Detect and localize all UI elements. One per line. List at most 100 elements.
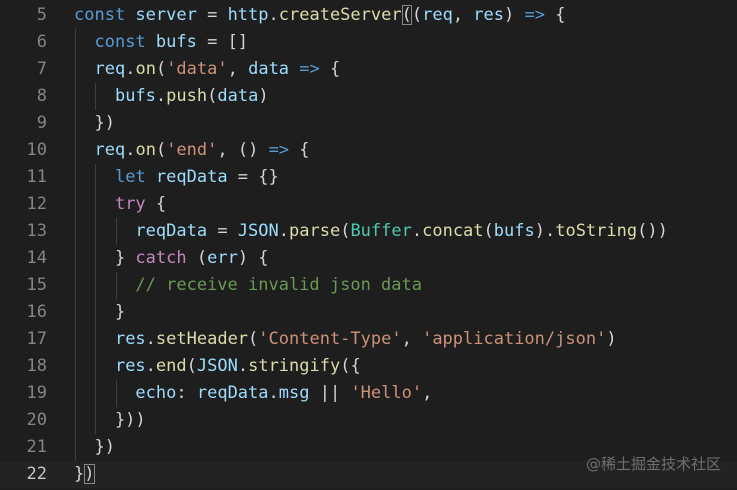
code-token: . [125,59,136,79]
bracket-match: ) [84,464,95,484]
watermark: @稀土掘金技术社区 [585,455,721,473]
code-text: let reqData = {} [74,166,279,188]
code-token: { [289,140,310,160]
code-text: req.on('data', data => { [74,58,340,80]
code-token: echo [135,383,177,403]
code-line[interactable]: 13 reqData = JSON.parse(Buffer.concat(bu… [0,218,737,245]
code-token: ) [258,86,269,106]
code-token: . [125,140,136,160]
code-token: { [544,5,566,25]
code-token: || [309,383,351,403]
line-number: 16 [26,302,47,322]
bracket-match: ( [401,5,412,25]
code-token: stringify [248,356,341,376]
code-line[interactable]: 8 bufs.push(data) [0,83,737,110]
code-token: msg [278,383,310,403]
code-line[interactable]: 16 } [0,299,737,326]
code-token: setHeader [155,329,249,349]
code-line[interactable]: 14 } catch (err) { [0,245,737,272]
code-token: { [145,194,167,214]
line-number: 10 [26,140,47,160]
code-token: // receive invalid json data [135,275,422,295]
code-line[interactable]: 20 })) [0,407,737,434]
code-text: req.on('end', () => { [74,139,310,161]
code-token: } [74,248,136,268]
code-text: }) [74,463,95,485]
code-editor[interactable]: 5 const server = http.createServer((req, … [0,0,737,490]
line-number: 6 [36,32,47,52]
code-line[interactable]: 7 req.on('data', data => { [0,56,737,83]
code-text: } catch (err) { [74,247,269,269]
code-token: try [114,194,146,214]
line-number: 20 [26,410,47,430]
indent-guide [115,272,117,299]
code-token: ({ [340,356,361,376]
code-token: ) [606,329,617,349]
code-token: ( [207,86,218,106]
line-number: 8 [36,86,47,106]
code-text: }) [74,112,115,134]
code-token: ). [534,221,556,241]
code-line[interactable]: 15 // receive invalid json data [0,272,737,299]
code-token: ( [186,248,208,268]
code-token: . [278,221,289,241]
code-token: } [74,464,85,484]
code-text: })) [74,409,146,431]
code-text: reqData = JSON.parse(Buffer.concat(bufs)… [74,220,668,242]
code-line[interactable]: 11 let reqData = {} [0,164,737,191]
code-token: JSON [237,221,279,241]
code-token: = [] [196,32,249,52]
line-number: 19 [26,383,47,403]
code-token: req [94,59,126,79]
code-token: . [145,329,156,349]
code-token: ()) [637,221,668,241]
code-text: res.end(JSON.stringify({ [74,355,361,377]
code-text: }) [74,436,114,458]
code-token: . [268,383,279,403]
code-text: const bufs = [] [74,31,248,53]
code-line[interactable]: 9 }) [0,110,737,137]
code-line[interactable]: 19 echo: reqData.msg || 'Hello', [0,380,737,407]
code-token: on [135,59,156,79]
code-token: const [74,5,136,25]
code-token: ) { [237,248,269,268]
code-line[interactable]: 5 const server = http.createServer((req, … [0,2,737,29]
code-token: , [227,59,249,79]
code-token: , () [217,140,269,160]
code-token: }) [74,113,115,133]
code-token: { [319,59,341,79]
code-token: ( [155,59,167,79]
code-token: let [114,167,156,187]
code-token: } [74,302,126,322]
code-text: bufs.push(data) [74,85,269,107]
code-token: 'end' [166,140,218,160]
code-token: on [135,140,156,160]
code-token: server [135,5,197,25]
code-line[interactable]: 12 try { [0,191,737,218]
code-token: toString [555,221,638,241]
code-line[interactable]: 10 req.on('end', () => { [0,137,737,164]
code-token: parse [289,221,341,241]
line-number: 21 [26,437,47,457]
indent-guide [75,29,76,461]
line-number: 5 [36,5,47,25]
code-line[interactable]: 18 res.end(JSON.stringify({ [0,353,737,380]
line-number: 22 [26,464,47,484]
code-token: . [145,356,156,376]
code-token: createServer [278,5,402,25]
line-number: 7 [36,59,47,79]
code-token: bufs [114,86,156,106]
code-line[interactable]: 17 res.setHeader('Content-Type', 'applic… [0,326,737,353]
code-text: } [74,301,125,323]
code-token: end [155,356,187,376]
code-line[interactable]: 6 const bufs = [] [0,29,737,56]
line-number: 12 [26,194,47,214]
code-token: push [166,86,208,106]
